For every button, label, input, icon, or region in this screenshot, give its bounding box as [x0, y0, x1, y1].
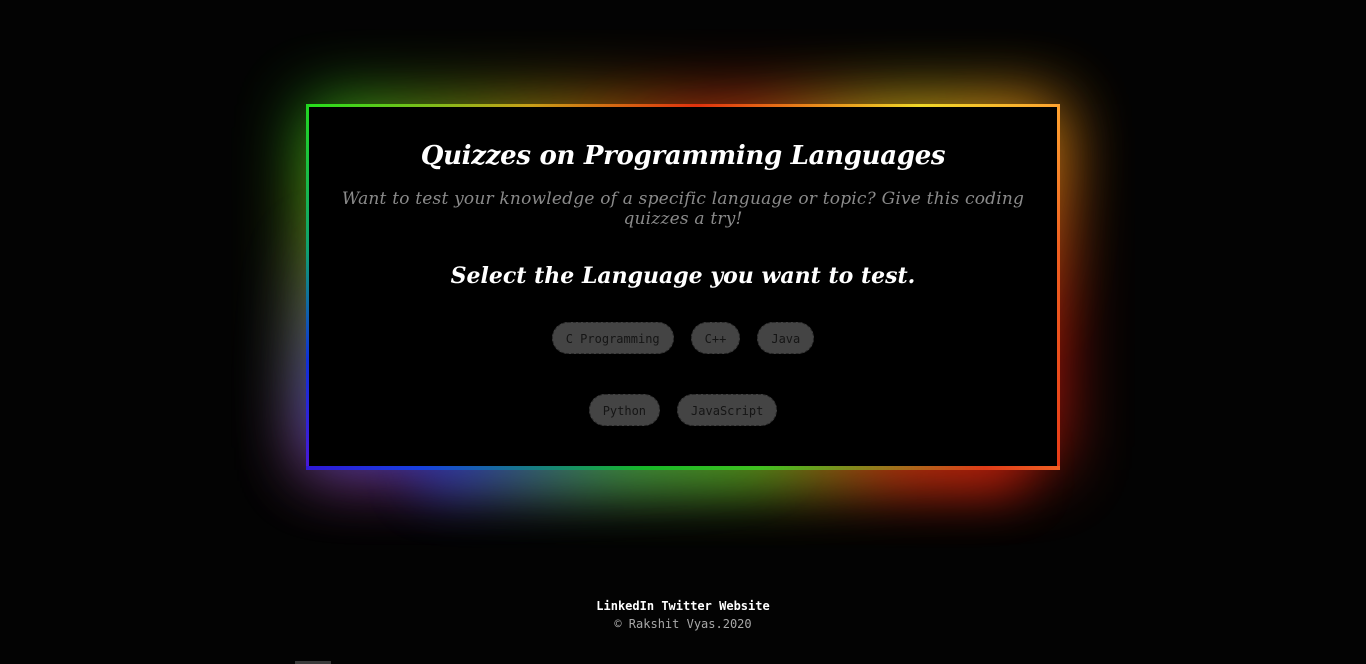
quiz-card: Quizzes on Programming Languages Want to… [306, 104, 1060, 470]
website-link[interactable]: Website [719, 599, 770, 613]
twitter-link[interactable]: Twitter [661, 599, 712, 613]
footer-links: LinkedIn Twitter Website [0, 598, 1366, 614]
language-buttons-row-2: Python JavaScript [309, 394, 1057, 426]
frame-left-edge [306, 104, 309, 470]
quiz-panel: Quizzes on Programming Languages Want to… [309, 107, 1057, 467]
linkedin-link[interactable]: LinkedIn [596, 599, 654, 613]
python-button[interactable]: Python [588, 394, 661, 426]
footer: LinkedIn Twitter Website © Rakshit Vyas.… [0, 598, 1366, 634]
language-buttons-row-1: C Programming C++ Java [309, 322, 1057, 354]
c-programming-button[interactable]: C Programming [551, 322, 674, 354]
frame-bottom-edge [306, 466, 1060, 470]
cpp-button[interactable]: C++ [690, 322, 741, 354]
page-subtitle: Want to test your knowledge of a specifi… [341, 189, 1025, 229]
java-button[interactable]: Java [757, 322, 815, 354]
page-title: Quizzes on Programming Languages [420, 141, 946, 171]
javascript-button[interactable]: JavaScript [677, 394, 778, 426]
page: Quizzes on Programming Languages Want to… [0, 0, 1366, 664]
copyright-text: © Rakshit Vyas.2020 [614, 617, 752, 631]
select-language-heading: Select the Language you want to test. [450, 263, 916, 289]
